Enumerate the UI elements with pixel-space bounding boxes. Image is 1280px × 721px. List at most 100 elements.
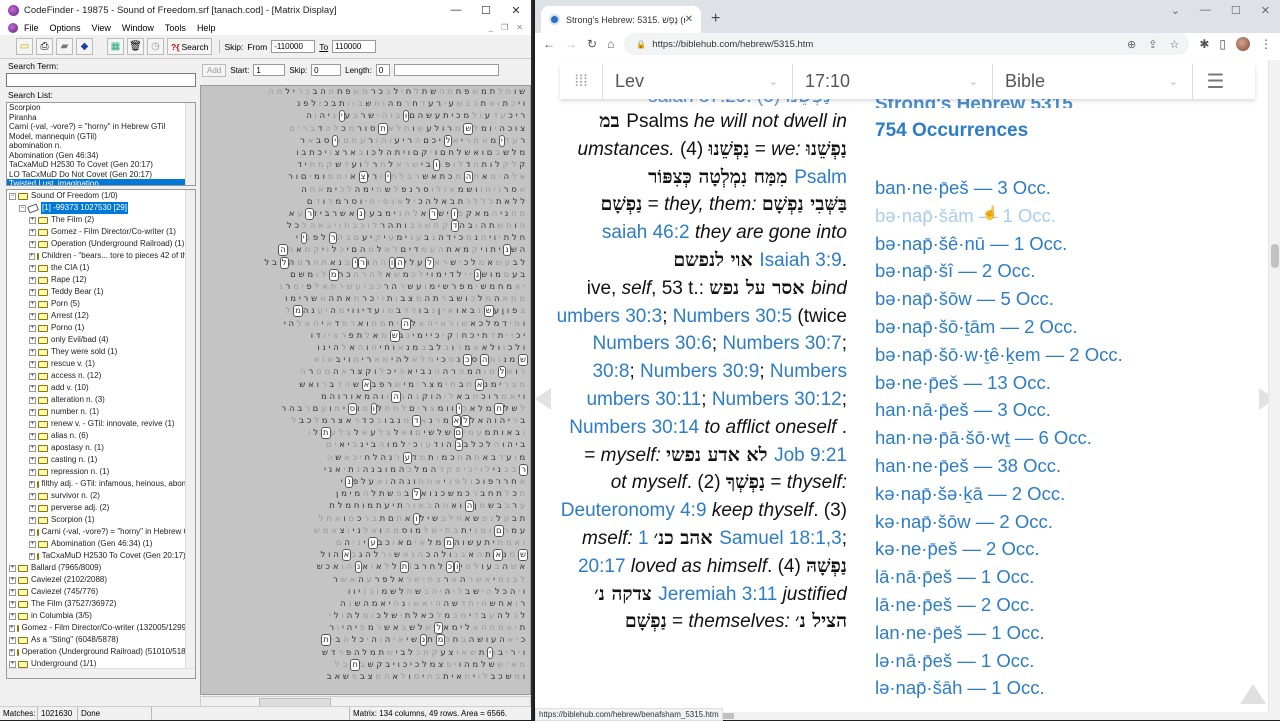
tab-close-icon[interactable]: ✕ [685, 14, 693, 25]
collapse-icon[interactable]: − [19, 204, 26, 212]
expand-icon[interactable]: + [29, 552, 35, 560]
matrix-highlight-cell[interactable]: ס [347, 402, 358, 415]
home-icon[interactable]: ⌂ [607, 37, 614, 51]
matrix-highlight-cell[interactable]: ם [494, 524, 504, 537]
tree-hscrollbar[interactable] [7, 668, 195, 678]
search-list-scrollbar[interactable] [185, 103, 195, 185]
results-tree[interactable]: − Sound Of Freedom (1/0) − [1] -99373 10275… [6, 189, 196, 679]
tree-node[interactable]: + Porno (1) [7, 322, 195, 334]
matrix-highlight-cell[interactable]: צ [358, 171, 368, 184]
tree-result[interactable]: − [1] -99373 1027530 [29] [7, 202, 195, 214]
scripture-link[interactable]: Isaiah 3:9 [759, 250, 841, 271]
expand-icon[interactable]: + [29, 336, 36, 344]
search-list-item[interactable]: Twisted Lust, imagination [7, 179, 185, 185]
mdi-restore-icon[interactable]: ❐ [501, 23, 508, 32]
page-vscroll-thumb[interactable] [1271, 244, 1279, 268]
expand-icon[interactable]: + [9, 600, 16, 608]
expand-icon[interactable]: + [29, 420, 36, 428]
chapter-verse-select[interactable]: 17:10 ⌄ [792, 64, 992, 99]
matrix-highlight-cell[interactable]: י [338, 110, 345, 123]
zoom-icon[interactable]: ⊕ [1127, 38, 1136, 51]
scripture-link[interactable]: Numbers 30:9 [640, 361, 759, 382]
start-input[interactable] [253, 64, 286, 76]
expand-icon[interactable]: + [9, 612, 16, 620]
scripture-link[interactable]: 1 [638, 528, 654, 549]
search-button[interactable]: ?{Search [167, 38, 213, 55]
search-list-item[interactable]: TaCxaMuD H2530 To Covet (Gen 20:17) [7, 160, 195, 170]
tree-node[interactable]: + casting n. (1) [7, 454, 195, 466]
extensions-icon[interactable]: ✱ [1199, 37, 1209, 51]
menu-file[interactable]: File [24, 23, 39, 33]
matrix-highlight-cell[interactable]: ש [517, 549, 528, 562]
tree-node[interactable]: + renew v. - GTil: innovate, revive (1) [7, 418, 195, 430]
tree-node[interactable]: + access n. (12) [7, 370, 195, 382]
scripture-link[interactable]: umbers 30:3 [557, 306, 663, 327]
menu-window[interactable]: Window [122, 23, 154, 33]
tree-node[interactable]: + Ballard (7965/8009) [7, 562, 195, 574]
tree-node[interactable]: + Porn (5) [7, 298, 195, 310]
matrix-highlight-cell[interactable]: ה [391, 390, 401, 403]
add-button[interactable]: Add [202, 63, 227, 77]
tree-node[interactable]: + Arrest (12) [7, 310, 195, 322]
matrix-highlight-cell[interactable]: ה [395, 256, 405, 269]
expand-icon[interactable]: + [29, 528, 35, 536]
matrix-highlight-cell[interactable]: מ [293, 305, 303, 318]
matrix-highlight-cell[interactable]: ם [453, 427, 464, 440]
apps-grid-icon[interactable]: ⁞⁞⁞ [560, 73, 602, 91]
expand-icon[interactable]: + [29, 276, 36, 284]
matrix-highlight-cell[interactable]: נ [357, 207, 365, 220]
tree-node[interactable]: + Children - "bears... tore to pieces 42 … [7, 250, 195, 262]
expand-icon[interactable]: + [29, 348, 36, 356]
matrix-highlight-cell[interactable]: ו [413, 512, 420, 525]
book-select[interactable]: Lev ⌄ [602, 64, 792, 99]
expand-icon[interactable]: + [9, 648, 15, 656]
occurrence-link[interactable]: bə·nap̄·šō·ṯām — 2 Occ. [875, 313, 1205, 341]
calculator-icon[interactable]: ▦ [107, 38, 124, 55]
matrix-highlight-cell[interactable]: ש [463, 122, 474, 135]
expand-icon[interactable]: + [9, 564, 16, 572]
expand-icon[interactable]: + [29, 504, 36, 512]
menu-options[interactable]: Options [50, 23, 81, 33]
search-list-item[interactable]: Carni (-val, -vore?) = "horny" in Hebrew… [7, 122, 195, 132]
expand-icon[interactable]: + [29, 240, 36, 248]
search-list-item[interactable]: abomination n. [7, 141, 195, 151]
matrix-highlight-cell[interactable]: ת [399, 561, 410, 574]
tree-node[interactable]: + As a "Sting" (6048/5878) [7, 634, 195, 646]
url-text[interactable]: https://biblehub.com/hebrew/5315.htm [652, 39, 813, 50]
matrix-highlight-cell[interactable]: ע [368, 536, 378, 549]
matrix-highlight-cell[interactable]: ר [429, 207, 438, 220]
tree-node[interactable]: + number n. (1) [7, 406, 195, 418]
matrix-highlight-cell[interactable]: ש [483, 305, 494, 318]
scripture-link[interactable]: Numbers [770, 361, 847, 382]
search-term-input[interactable] [6, 73, 196, 87]
mdi-close-icon[interactable]: ✕ [516, 23, 523, 32]
length-input[interactable] [375, 64, 390, 76]
sidepanel-icon[interactable]: ▯ [1219, 37, 1226, 51]
tree-node[interactable]: + Gomez - Film Director/Co-writer (132005… [7, 622, 195, 634]
matrix-highlight-cell[interactable]: א [361, 378, 372, 391]
expand-icon[interactable]: + [29, 468, 36, 476]
matrix-highlight-cell[interactable]: כ [445, 561, 455, 574]
expand-icon[interactable]: + [29, 516, 36, 524]
tree-node[interactable]: + They were sold (1) [7, 346, 195, 358]
scripture-link[interactable]: 30:8 [592, 361, 629, 382]
matrix-highlight-cell[interactable]: ה [464, 500, 475, 513]
occurrence-link[interactable]: han·ne·p̄eš — 38 Occ. [875, 452, 1205, 480]
expand-icon[interactable]: + [9, 624, 15, 632]
scripture-link[interactable]: Deuteronomy 4:9 [561, 500, 712, 521]
tree-node[interactable]: + Carni (-val, -vore?) = "horny" in Hebre… [7, 526, 195, 538]
menu-help[interactable]: Help [197, 23, 216, 33]
occurrence-link[interactable]: bə·nap̄·šōw — 5 Occ. [875, 285, 1205, 313]
scripture-link[interactable]: Numbers 30:14 [569, 417, 704, 438]
expand-icon[interactable]: + [9, 588, 16, 596]
tree-node[interactable]: + Caviezel (2102/2088) [7, 574, 195, 586]
skip-input[interactable] [311, 64, 342, 76]
maximize-button[interactable]: ☐ [471, 4, 501, 17]
tree-node[interactable]: + in Columbia (3/5) [7, 610, 195, 622]
search-list[interactable]: Scorpion Piranha Carni (-val, -vore?) = "h… [6, 102, 196, 186]
matrix-highlight-cell[interactable]: ל [411, 488, 421, 501]
matrix-highlight-cell[interactable]: ו [402, 110, 410, 123]
back-icon[interactable]: ← [543, 37, 555, 51]
tree-root[interactable]: − Sound Of Freedom (1/0) [7, 190, 195, 202]
tree-node[interactable]: + alteration n. (3) [7, 394, 195, 406]
